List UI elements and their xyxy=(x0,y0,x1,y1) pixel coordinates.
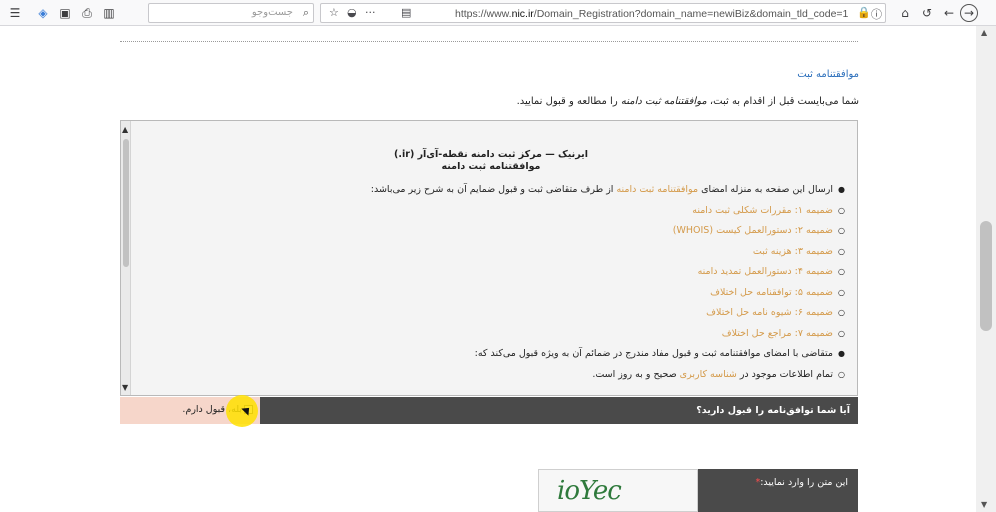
address-bar[interactable]: ☆ ◒ ··· ▤ https://www.nic.ir/Domain_Regi… xyxy=(320,3,886,23)
agreement-link[interactable]: موافقتنامه ثبت دامنه xyxy=(621,96,707,107)
circle-bullet-icon: ○ xyxy=(838,328,845,338)
bullet-icon: ● xyxy=(838,349,845,358)
bookmark-star-icon[interactable]: ☆ xyxy=(329,6,339,19)
appendix-link[interactable]: ○ ضمیمه ۳: هزینه ثبت xyxy=(145,245,845,266)
circle-bullet-icon: ○ xyxy=(838,246,845,256)
page-scroll-thumb[interactable] xyxy=(980,221,992,331)
circle-bullet-icon: ○ xyxy=(838,226,845,235)
bullet-icon: ● xyxy=(838,185,845,194)
circle-bullet-icon: ○ xyxy=(838,369,845,379)
intro-text: شما می‌بایست قبل از اقدام به ثبت، موافقت… xyxy=(516,96,859,107)
cursor-highlight xyxy=(226,395,258,427)
captcha-label: این متن را وارد نمایید:* xyxy=(755,477,848,488)
list-item: ● متقاضی با امضای موافقتنامه ثبت و قبول م… xyxy=(474,348,845,359)
search-placeholder: جست‌وجو xyxy=(251,7,293,18)
circle-bullet-icon: ○ xyxy=(838,267,845,276)
question-text: آیا شما توافق‌نامه را قبول دارید؟ xyxy=(696,405,850,416)
back-icon[interactable]: ← xyxy=(940,4,958,22)
agreement-scrollbar[interactable]: ▲ ▼ xyxy=(121,121,131,395)
url-text[interactable]: https://www.nic.ir/Domain_Registration?d… xyxy=(455,8,848,20)
reader-icon[interactable]: ▤ xyxy=(401,6,411,19)
scroll-up-icon[interactable]: ▲ xyxy=(981,28,987,37)
captcha-row: ioYec این متن را وارد نمایید:* xyxy=(538,469,858,512)
circle-bullet-icon: ○ xyxy=(838,308,845,317)
scroll-down-icon[interactable]: ▼ xyxy=(981,500,987,509)
appendix-link[interactable]: ○ ضمیمه ۶: شیوه نامه حل اختلاف xyxy=(145,306,845,327)
info-icon[interactable]: ⓘ xyxy=(871,6,882,22)
divider xyxy=(120,41,858,42)
home-icon[interactable]: ⌂ xyxy=(896,4,914,22)
undo-icon[interactable]: ↺ xyxy=(918,4,936,22)
browser-toolbar: ☰ ◈ ▣ ⎙ ▥ جست‌وجو ⌕ ☆ ◒ ··· ▤ https://ww… xyxy=(0,0,996,26)
sidebar-icon[interactable]: ▣ xyxy=(56,4,74,22)
list-item: ● ارسال این صفحه به منزله امضای موافقتنام… xyxy=(370,184,845,195)
appendix-link[interactable]: ○ ضمیمه ۱: مقررات شکلی ثبت دامنه xyxy=(145,204,845,225)
captcha-label-cell: این متن را وارد نمایید:* xyxy=(698,469,858,512)
scroll-up-icon[interactable]: ▲ xyxy=(122,125,128,134)
question-cell: آیا شما توافق‌نامه را قبول دارید؟ xyxy=(260,397,858,424)
extension-icon[interactable]: ◈ xyxy=(34,4,52,22)
list-item: ○ تمام اطلاعات موجود در شناسه کاربری صحیح… xyxy=(592,368,845,380)
doc-title: ایرنیک — مرکز ثبت دامنه نقطه-آی‌آر (ir.) xyxy=(394,149,588,160)
scroll-down-icon[interactable]: ▼ xyxy=(122,383,128,392)
appendix-link[interactable]: ○ ضمیمه ۲: دستورالعمل کیست (WHOIS) xyxy=(145,224,845,245)
circle-bullet-icon: ○ xyxy=(838,205,845,215)
section-title: موافقتنامه ثبت xyxy=(797,69,859,80)
search-input[interactable]: جست‌وجو ⌕ xyxy=(148,3,314,23)
page-scrollbar[interactable]: ▲ ▼ xyxy=(976,26,996,512)
scroll-thumb[interactable] xyxy=(123,139,129,267)
appendix-link[interactable]: ○ ضمیمه ۴: دستورالعمل تمدید دامنه xyxy=(145,265,845,286)
circle-bullet-icon: ○ xyxy=(838,287,845,297)
captcha-text: ioYec xyxy=(557,476,622,506)
search-icon: ⌕ xyxy=(302,6,309,19)
appendix-link[interactable]: ○ ضمیمه ۵: توافقنامه حل اختلاف xyxy=(145,286,845,307)
pocket-icon[interactable]: ◒ xyxy=(347,6,357,19)
captcha-image: ioYec xyxy=(538,469,698,512)
agreement-box[interactable]: ▲ ▼ ایرنیک — مرکز ثبت دامنه نقطه-آی‌آر (… xyxy=(120,120,858,396)
library-icon[interactable]: ▥ xyxy=(100,4,118,22)
doc-subtitle: موافقتنامه ثبت دامنه xyxy=(441,161,541,172)
forward-icon[interactable]: → xyxy=(960,4,978,22)
agreement-list: ● ارسال این صفحه به منزله امضای موافقتنام… xyxy=(145,183,845,388)
print-icon[interactable]: ⎙ xyxy=(78,4,96,22)
menu-icon[interactable]: ☰ xyxy=(6,4,24,22)
more-icon[interactable]: ··· xyxy=(365,6,376,19)
appendix-link[interactable]: ○ ضمیمه ۷: مراجع حل اختلاف xyxy=(145,327,845,348)
lock-icon: 🔒 xyxy=(857,6,871,19)
